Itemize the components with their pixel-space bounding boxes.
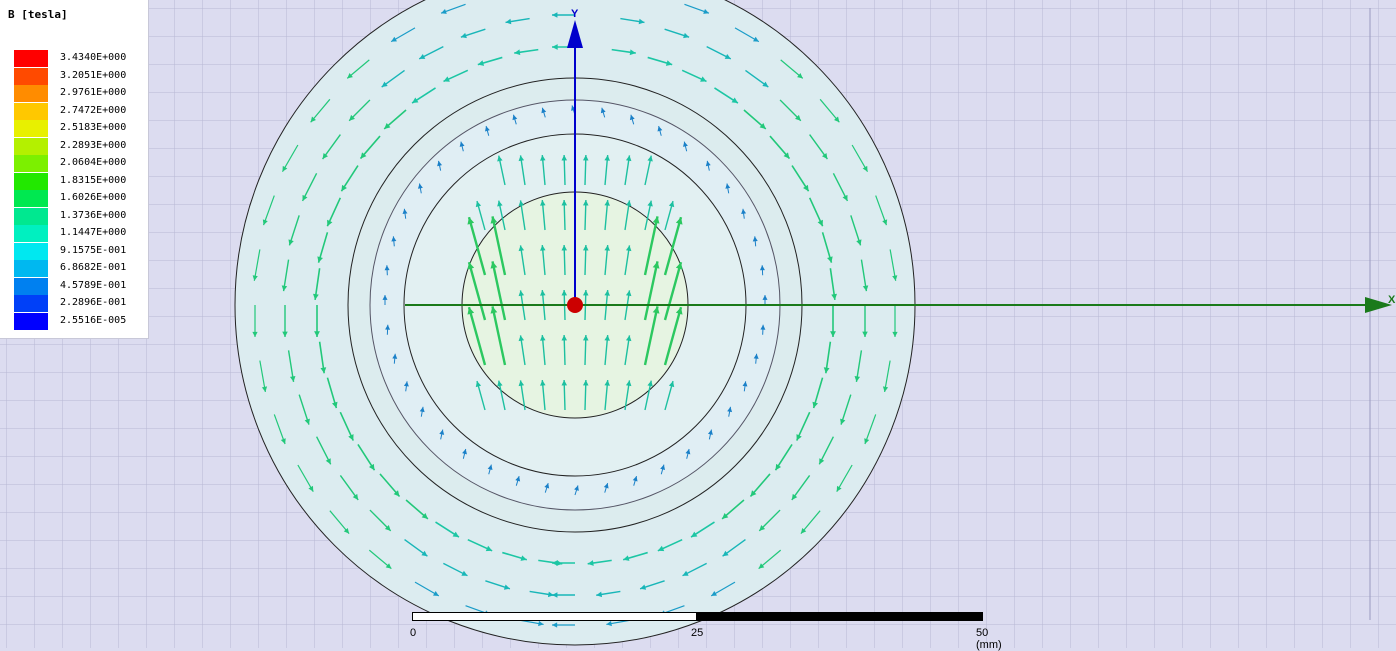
field-legend[interactable]: B [tesla] 3.4340E+000 3.2051E+000 2.9761E+… (0, 0, 149, 339)
legend-label: 2.5516E-005 (60, 315, 126, 326)
legend-label: 3.4340E+000 (60, 52, 126, 63)
legend-swatch (14, 225, 48, 242)
legend-label: 1.8315E+000 (60, 175, 126, 186)
x-axis-label: X (1388, 294, 1395, 306)
legend-row: 4.5789E-001 (14, 278, 144, 295)
legend-swatch (14, 208, 48, 225)
legend-label: 2.2896E-001 (60, 297, 126, 308)
legend-label: 1.6026E+000 (60, 192, 126, 203)
legend-row: 1.3736E+000 (14, 208, 144, 225)
legend-row: 9.1575E-001 (14, 243, 144, 260)
legend-row: 1.6026E+000 (14, 190, 144, 207)
legend-label: 1.3736E+000 (60, 210, 126, 221)
legend-row: 2.0604E+000 (14, 155, 144, 172)
legend-swatch (14, 155, 48, 172)
legend-label: 2.5183E+000 (60, 122, 126, 133)
legend-row: 2.2896E-001 (14, 295, 144, 312)
legend-row: 2.5183E+000 (14, 120, 144, 137)
legend-swatch (14, 173, 48, 190)
legend-swatch (14, 50, 48, 67)
legend-swatch (14, 138, 48, 155)
legend-label: 2.7472E+000 (60, 105, 126, 116)
scale-tick-50: 50 (mm) (976, 627, 1002, 651)
legend-swatch (14, 295, 48, 312)
scale-tick-25: 25 (691, 627, 703, 639)
legend-label: 2.2893E+000 (60, 140, 126, 151)
legend-label: 2.0604E+000 (60, 157, 126, 168)
field-plot-viewport[interactable] (0, 0, 1396, 648)
legend-swatch (14, 103, 48, 120)
legend-title: B [tesla] (8, 8, 68, 21)
legend-label: 2.9761E+000 (60, 87, 126, 98)
legend-row: 2.5516E-005 (14, 313, 144, 330)
legend-row: 3.2051E+000 (14, 68, 144, 85)
legend-swatch (14, 260, 48, 277)
origin-marker (567, 297, 583, 313)
legend-swatch (14, 190, 48, 207)
legend-swatch (14, 278, 48, 295)
legend-swatch (14, 85, 48, 102)
legend-row: 2.9761E+000 (14, 85, 144, 102)
legend-swatch (14, 68, 48, 85)
legend-row: 3.4340E+000 (14, 50, 144, 67)
legend-label: 9.1575E-001 (60, 245, 126, 256)
scale-bar-white-segment (412, 612, 697, 621)
legend-label: 3.2051E+000 (60, 70, 126, 81)
legend-row: 1.8315E+000 (14, 173, 144, 190)
legend-row: 2.2893E+000 (14, 138, 144, 155)
legend-label: 6.8682E-001 (60, 262, 126, 273)
scale-bar-black-segment (697, 612, 983, 621)
legend-label: 4.5789E-001 (60, 280, 126, 291)
legend-swatch (14, 313, 48, 330)
legend-row: 1.1447E+000 (14, 225, 144, 242)
legend-row: 2.7472E+000 (14, 103, 144, 120)
legend-label: 1.1447E+000 (60, 227, 126, 238)
scale-bar: 0 25 50 (mm) (412, 612, 984, 642)
scale-tick-0: 0 (410, 627, 416, 639)
legend-row: 6.8682E-001 (14, 260, 144, 277)
legend-swatch (14, 120, 48, 137)
legend-swatch (14, 243, 48, 260)
y-axis-label: Y (571, 8, 578, 20)
